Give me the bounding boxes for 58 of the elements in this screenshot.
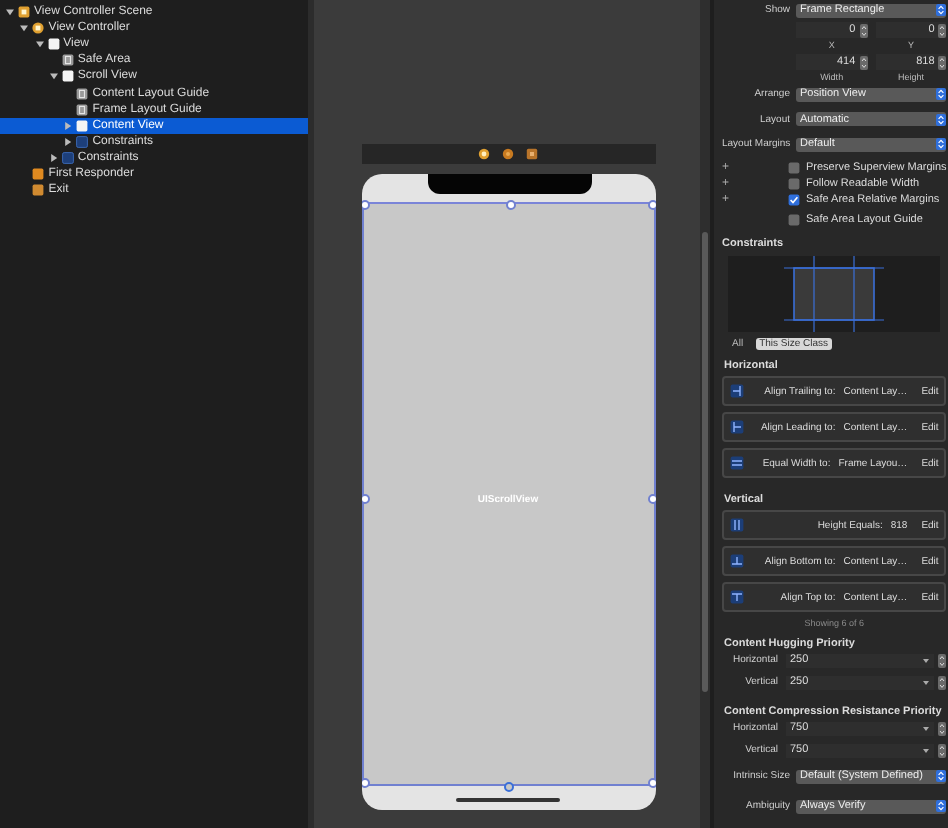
stepper-icon[interactable] xyxy=(938,653,947,668)
square-icon xyxy=(76,135,89,148)
constraint-trailing-icon xyxy=(730,384,744,399)
popup-arrows-icon xyxy=(936,138,947,150)
resize-handle[interactable] xyxy=(361,778,369,788)
disclosure-triangle-icon[interactable] xyxy=(64,137,73,146)
square-icon xyxy=(47,38,60,51)
checkbox[interactable] xyxy=(788,193,800,206)
stepper-icon[interactable] xyxy=(859,23,868,37)
dropdown-icon[interactable] xyxy=(922,747,931,754)
square-icon[interactable] xyxy=(526,148,538,160)
stepper-icon[interactable] xyxy=(938,55,947,69)
circle-icon xyxy=(32,22,45,35)
dropdown-icon[interactable] xyxy=(922,657,931,664)
constraint-bottom-icon xyxy=(730,554,744,569)
popup-arrows-icon xyxy=(936,770,947,783)
square-icon xyxy=(61,54,74,67)
square-icon xyxy=(76,119,89,132)
resize-handle[interactable] xyxy=(361,200,369,210)
popup-arrows-icon xyxy=(936,800,947,813)
stepper-icon[interactable] xyxy=(938,675,947,690)
disclosure-triangle-icon[interactable] xyxy=(35,40,44,49)
constraint-height-icon xyxy=(730,518,744,533)
constraint-leading-icon xyxy=(730,420,744,435)
resize-handle[interactable] xyxy=(505,200,515,210)
resize-handle[interactable] xyxy=(647,494,655,504)
stepper-icon[interactable] xyxy=(859,55,868,69)
square-icon xyxy=(32,184,45,197)
square-icon xyxy=(61,151,74,164)
resize-handle[interactable] xyxy=(361,494,369,504)
checkbox[interactable] xyxy=(788,161,800,174)
disclosure-triangle-icon[interactable] xyxy=(49,72,58,81)
stepper-icon[interactable] xyxy=(938,743,947,758)
constraint-width-icon xyxy=(730,456,744,471)
disclosure-triangle-icon[interactable] xyxy=(20,24,29,33)
square-icon xyxy=(76,103,89,116)
checkbox[interactable] xyxy=(788,177,800,190)
popup-arrows-icon xyxy=(936,113,947,125)
stepper-icon[interactable] xyxy=(938,23,947,37)
square-icon xyxy=(18,6,30,19)
square-icon xyxy=(76,87,89,100)
circle-icon[interactable] xyxy=(478,148,490,160)
dropdown-icon[interactable] xyxy=(922,725,931,732)
resize-handle[interactable] xyxy=(647,778,655,788)
disclosure-triangle-icon[interactable] xyxy=(6,8,14,17)
dropdown-icon[interactable] xyxy=(922,679,931,686)
checkbox[interactable] xyxy=(788,214,800,227)
resize-handle[interactable] xyxy=(647,200,655,210)
circle-icon[interactable] xyxy=(502,148,514,160)
popup-arrows-icon xyxy=(936,88,947,100)
popup-arrows-icon xyxy=(936,4,947,16)
disclosure-triangle-icon[interactable] xyxy=(49,153,58,162)
stepper-icon[interactable] xyxy=(938,721,947,736)
constraint-top-icon xyxy=(730,590,744,605)
home-indicator xyxy=(456,797,560,801)
constraint-icon[interactable] xyxy=(503,782,513,792)
square-icon xyxy=(32,167,45,180)
square-icon xyxy=(61,70,74,83)
